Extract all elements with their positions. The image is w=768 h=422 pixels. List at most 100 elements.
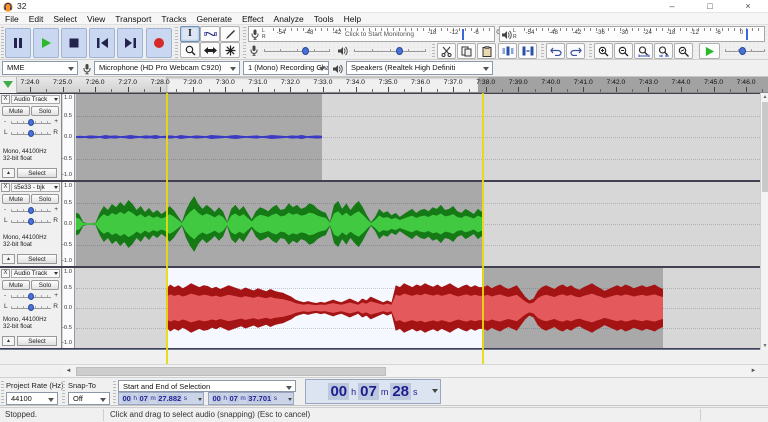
snap-grip[interactable] [62,381,65,404]
project-rate-select[interactable]: 44100 [6,392,58,405]
pin-playhead-button[interactable] [0,77,17,93]
vertical-scale-ruler[interactable]: 1.00.50.0-0.5-1.0 [63,94,75,180]
gain-thumb[interactable] [28,119,34,126]
play-button[interactable] [33,28,59,58]
time-digits[interactable]: 00 [122,394,132,403]
pause-button[interactable] [5,28,31,58]
track-select-button[interactable]: Select [17,254,57,264]
time-unit[interactable]: s [413,387,418,397]
play-speed-slider[interactable] [725,51,765,52]
monitor-text[interactable]: Click to Start Monitoring [345,31,414,38]
minimize-button[interactable]: – [660,0,684,13]
time-unit[interactable]: h [223,395,227,402]
zoom-fit-button[interactable] [654,43,673,59]
pan-slider[interactable]: L R [4,129,58,138]
menu-help[interactable]: Help [339,14,366,24]
audio-position-display[interactable]: 00h07m28s [305,379,441,404]
time-unit[interactable]: m [150,395,155,402]
tools-grip[interactable] [175,27,178,58]
recording-meter[interactable]: L R Click to Start Monitoring -54-48-42-… [248,26,495,42]
undo-grip[interactable] [541,44,544,59]
zoom-in-button[interactable] [594,43,613,59]
play-at-speed-button[interactable] [699,43,720,59]
solo-button[interactable]: Solo [31,106,59,116]
gain-slider[interactable]: - + [4,292,58,301]
menu-view[interactable]: View [82,14,110,24]
mute-button[interactable]: Mute [2,280,30,290]
time-digits[interactable]: 07 [138,394,148,403]
time-digits[interactable]: 28 [390,383,411,400]
scroll-up-arrow[interactable]: ▲ [761,93,768,101]
time-digits[interactable]: 07 [358,383,379,400]
scroll-down-arrow[interactable]: ▼ [761,342,768,350]
menu-select[interactable]: Select [48,14,82,24]
audio-host-select[interactable]: MME [2,61,78,75]
time-digits[interactable]: 07 [228,394,238,403]
menu-tracks[interactable]: Tracks [156,14,191,24]
gain-slider[interactable]: - + [4,206,58,215]
zoom-toggle-button[interactable] [674,43,693,59]
vertical-scroll-thumb[interactable] [762,102,768,192]
track-close-button[interactable]: X [1,95,10,104]
vertical-scrollbar[interactable]: ▲ ▼ [760,93,768,350]
multi-tool-button[interactable] [220,42,240,58]
track-collapse-button[interactable]: ▲ [2,336,15,346]
redo-button[interactable] [566,43,585,59]
track-select-button[interactable]: Select [17,336,57,346]
track-name-menu[interactable]: Audio Track [11,269,60,278]
zoom-out-button[interactable] [614,43,633,59]
recording-device-select[interactable]: Microphone (HD Pro Webcam C920) [94,61,240,75]
seltime-grip[interactable] [113,381,116,404]
time-digits[interactable]: 27.882 [157,394,182,403]
recording-volume-thumb[interactable] [302,47,309,55]
menu-generate[interactable]: Generate [192,14,237,24]
menu-analyze[interactable]: Analyze [269,14,309,24]
playback-volume-slider[interactable] [354,51,426,52]
undo-button[interactable] [546,43,565,59]
menu-file[interactable]: File [0,14,24,24]
selection-tool-button[interactable]: I [180,26,200,42]
selbar-grip[interactable] [1,381,4,404]
waveform-area[interactable] [76,94,760,180]
pan-slider[interactable]: L R [4,303,58,312]
timeline-ruler[interactable]: 7:24.07:25.07:26.07:27.07:28.07:29.07:30… [0,77,768,93]
waveform-area[interactable] [76,182,760,266]
time-unit[interactable]: m [381,387,389,397]
selection-end-field[interactable]: 00h07m37.701s [208,392,294,405]
horizontal-scroll-thumb[interactable] [76,367,386,376]
playback-volume-thumb[interactable] [396,47,403,55]
gain-thumb[interactable] [28,207,34,214]
time-unit[interactable]: s [274,395,277,402]
trim-outside-selection-button[interactable] [498,43,517,59]
time-unit[interactable]: m [240,395,245,402]
cut-button[interactable] [437,43,456,59]
paste-button[interactable] [477,43,496,59]
horizontal-scrollbar[interactable]: ◄ ► [0,364,768,377]
selection-start-field[interactable]: 00h07m27.882s [118,392,204,405]
waveform-area[interactable] [76,268,760,348]
timeshift-tool-button[interactable] [200,42,220,58]
meter-grip[interactable] [243,27,246,58]
track-select-button[interactable]: Select [17,168,57,178]
stop-button[interactable] [61,28,87,58]
selection-mode-select[interactable]: Start and End of Selection [118,380,296,392]
zoom-grip[interactable] [589,44,592,59]
gain-thumb[interactable] [28,293,34,300]
track-name-menu[interactable]: s5e33 - bjk [11,183,60,192]
track-close-button[interactable]: X [1,183,10,192]
skip-to-end-button[interactable] [117,28,143,58]
close-button[interactable]: × [736,0,760,13]
transport-grip[interactable] [1,27,4,58]
pan-thumb[interactable] [28,304,34,311]
zoom-tool-button[interactable] [180,42,200,58]
time-digits[interactable]: 00 [328,383,349,400]
zoom-selection-button[interactable] [634,43,653,59]
vertical-scale-ruler[interactable]: 1.00.50.0-0.5-1.0 [63,182,75,266]
time-unit[interactable]: h [351,387,356,397]
pan-thumb[interactable] [28,218,34,225]
vertical-scale-ruler[interactable]: 1.00.50.0-0.5-1.0 [63,268,75,348]
solo-button[interactable]: Solo [31,194,59,204]
menu-tools[interactable]: Tools [309,14,339,24]
time-digits[interactable]: 37.701 [247,394,272,403]
pan-thumb[interactable] [28,130,34,137]
